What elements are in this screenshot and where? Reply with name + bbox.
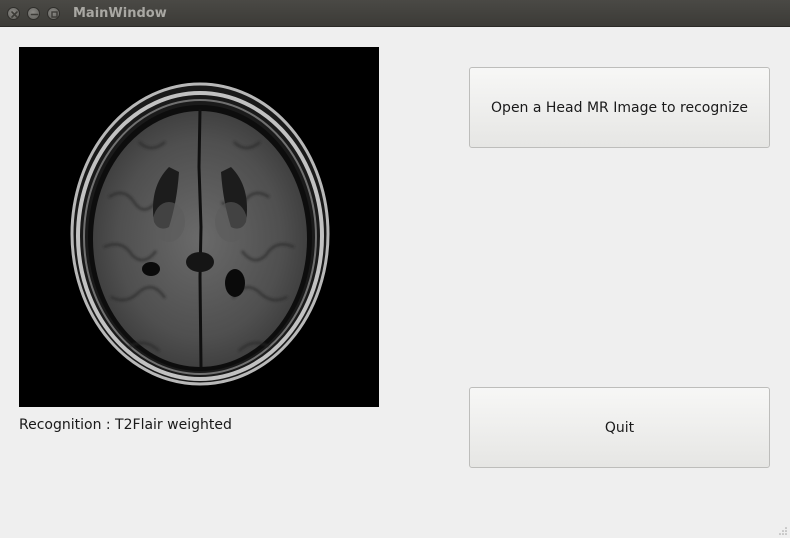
open-image-button[interactable]: Open a Head MR Image to recognize bbox=[469, 67, 770, 148]
mr-image-view bbox=[19, 47, 379, 407]
brain-mr-image bbox=[19, 47, 379, 407]
resize-grip-icon[interactable] bbox=[778, 526, 788, 536]
close-icon[interactable] bbox=[7, 7, 20, 20]
window-title: MainWindow bbox=[73, 6, 167, 21]
minimize-icon[interactable] bbox=[27, 7, 40, 20]
title-bar[interactable]: MainWindow bbox=[0, 0, 790, 27]
quit-button[interactable]: Quit bbox=[469, 387, 770, 468]
main-window: MainWindow Recognition: T2Flair weighte… bbox=[0, 0, 790, 538]
maximize-icon[interactable] bbox=[47, 7, 60, 20]
recognition-result-label: Recognition : T2Flair weighted bbox=[19, 417, 232, 433]
